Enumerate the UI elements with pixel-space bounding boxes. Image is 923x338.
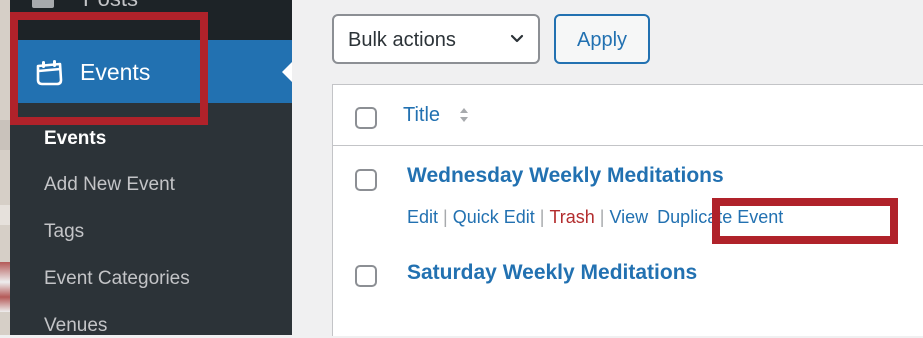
sidebar-item-posts[interactable]: Posts [10,0,292,16]
row-title-link[interactable]: Wednesday Weekly Meditations [407,163,724,189]
table-header: Title [333,85,923,146]
apply-button-label: Apply [576,29,628,51]
edit-link[interactable]: Edit [407,207,438,227]
photo-fragment [0,205,10,225]
sidebar-item-events[interactable]: Events [10,40,293,103]
photo-fragment [0,120,10,150]
trash-link[interactable]: Trash [549,207,594,227]
row-actions: Edit | Quick Edit | Trash | View Duplicate Even… [407,205,783,229]
view-link[interactable]: View [609,207,648,227]
chevron-down-icon [510,34,524,43]
column-title-header[interactable]: Title [403,103,440,127]
posts-table: Title Wednesday Weekly Meditations Edit |… [332,84,923,336]
main-content: Bulk actions Apply Title Wednesday Weekl… [292,0,923,336]
duplicate-event-link[interactable]: Duplicate Event [657,207,783,227]
bulk-actions-value: Bulk actions [348,29,456,51]
row-title-link[interactable]: Saturday Weekly Meditations [407,260,697,286]
submenu-item-tags[interactable]: Tags [44,220,84,244]
background-photo-strip [0,0,10,335]
row-action-separator: | [443,207,448,227]
row-action-separator: | [539,207,545,227]
apply-button[interactable]: Apply [554,14,650,64]
submenu-item-add-new-event[interactable]: Add New Event [44,173,175,197]
submenu-item-events[interactable]: Events [44,127,106,151]
bulk-actions-select[interactable]: Bulk actions [332,14,540,64]
events-submenu: Events Add New Event Tags Event Categori… [10,103,292,338]
row-checkbox[interactable] [355,169,377,191]
calendar-icon [36,60,63,86]
select-all-checkbox[interactable] [355,107,377,129]
admin-sidebar: Posts Events Events Add New Event Tags E… [10,0,293,338]
row-action-separator: | [599,207,605,227]
sidebar-item-label: Events [80,59,151,85]
submenu-item-event-categories[interactable]: Event Categories [44,267,190,291]
row-checkbox[interactable] [355,265,377,287]
photo-fragment [0,262,10,312]
submenu-item-venues[interactable]: Venues [44,314,107,338]
posts-icon [32,0,54,8]
quick-edit-link[interactable]: Quick Edit [453,207,535,227]
sort-icon[interactable] [459,106,469,124]
sidebar-item-label: Posts [83,0,138,12]
